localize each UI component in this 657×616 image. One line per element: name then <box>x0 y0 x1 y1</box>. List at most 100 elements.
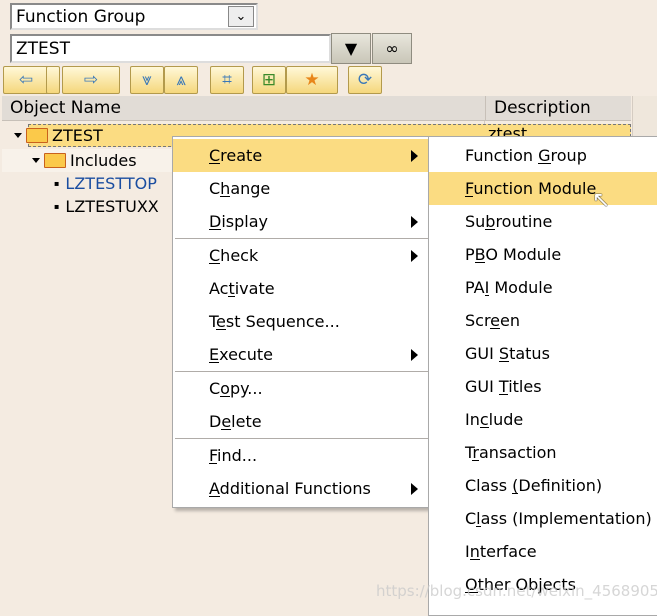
submenu-arrow-icon <box>411 483 418 495</box>
menu-item-label: Delete <box>209 412 262 431</box>
tree-node[interactable]: ▪ LZTESTUXX <box>50 197 159 219</box>
menu-item[interactable]: Screen <box>429 304 657 337</box>
expand-button[interactable]: ⩔ <box>130 66 164 94</box>
menu-item-label: Find... <box>209 446 258 465</box>
submenu-arrow-icon <box>411 150 418 162</box>
mnemonic-underline <box>469 559 480 560</box>
tree-node[interactable]: ▪ LZTESTTOP <box>50 174 157 196</box>
find-button[interactable]: ⌗ <box>210 66 244 94</box>
menu-item-label: Copy... <box>209 379 263 398</box>
mnemonic-underline <box>216 329 226 330</box>
object-name-input[interactable]: ZTEST <box>10 34 331 63</box>
menu-item-label: Function Module <box>465 179 597 198</box>
star-icon: ★ <box>304 70 320 90</box>
menu-item[interactable]: Change <box>173 172 428 205</box>
menu-item[interactable]: Test Sequence... <box>173 305 428 338</box>
menu-item-label: GUI Titles <box>465 377 542 396</box>
triangle-down-icon: ▼ <box>344 39 358 58</box>
mnemonic-underline <box>498 394 509 395</box>
expand-icon: ⩔ <box>142 70 152 90</box>
mnemonic-underline <box>490 328 501 329</box>
hierarchy-button[interactable]: ⊞ <box>252 66 286 94</box>
menu-item-label: Class (Definition) <box>465 476 603 495</box>
tree-node-label: LZTESTTOP <box>65 174 157 193</box>
tree-node[interactable]: ZTEST <box>14 126 103 148</box>
menu-item[interactable]: Execute <box>173 338 428 371</box>
menu-item[interactable]: Function Group <box>429 139 657 172</box>
menu-item-label: Function Group <box>465 146 587 165</box>
menu-item-label: Class (Implementation) <box>465 509 652 528</box>
display-button[interactable]: ∞ <box>372 33 412 64</box>
create-submenu: Function Group Function Module Subroutine P… <box>428 136 657 616</box>
menu-item-label: GUI Status <box>465 344 550 363</box>
mnemonic-underline <box>465 196 474 197</box>
tree-node-label: LZTESTUXX <box>65 197 159 216</box>
menu-item[interactable]: Function Module <box>429 172 657 205</box>
menu-item-label: Interface <box>465 542 537 561</box>
expand-triangle-icon[interactable] <box>32 158 40 163</box>
submenu-arrow-icon <box>411 250 418 262</box>
mnemonic-underline <box>479 427 489 428</box>
menu-item[interactable]: PBO Module <box>429 238 657 271</box>
menu-item[interactable]: Delete <box>173 405 428 438</box>
mnemonic-underline <box>209 263 221 264</box>
folder-icon <box>44 153 66 168</box>
favorites-button[interactable]: ★ <box>286 66 338 94</box>
mnemonic-underline <box>485 229 496 230</box>
menu-item[interactable]: Class (Implementation) <box>429 502 657 535</box>
menu-item[interactable]: Include <box>429 403 657 436</box>
menu-item[interactable]: Transaction <box>429 436 657 469</box>
menu-item-label: Screen <box>465 311 521 330</box>
menu-item[interactable]: Create <box>173 139 428 172</box>
menu-item[interactable]: Activate <box>173 272 428 305</box>
menu-item-label: Activate <box>209 279 275 298</box>
menu-item[interactable]: GUI Titles <box>429 370 657 403</box>
menu-item[interactable]: Interface <box>429 535 657 568</box>
mnemonic-underline <box>538 163 551 164</box>
refresh-button[interactable]: ⟳ <box>348 66 382 94</box>
mnemonic-underline <box>472 460 479 461</box>
tree-node[interactable]: Includes <box>32 151 137 173</box>
submenu-arrow-icon <box>411 349 418 361</box>
forward-button[interactable]: ⇨ <box>62 66 120 94</box>
mnemonic-underline <box>220 196 231 197</box>
folder-icon <box>26 128 48 143</box>
menu-item-label: Test Sequence... <box>209 312 340 331</box>
tree-node-label: Includes <box>70 151 137 170</box>
menu-item[interactable]: Display <box>173 205 428 238</box>
menu-item[interactable]: Copy... <box>173 372 428 405</box>
menu-item[interactable]: PAI Module <box>429 271 657 304</box>
menu-item-label: Additional Functions <box>209 479 371 498</box>
column-header-object-name[interactable]: Object Name <box>2 96 485 121</box>
menu-item[interactable]: Class (Definition) <box>429 469 657 502</box>
back-button[interactable]: ⇦ <box>3 66 49 94</box>
mnemonic-underline <box>209 163 221 164</box>
collapse-button[interactable]: ⩓ <box>164 66 198 94</box>
mnemonic-underline <box>512 493 519 494</box>
menu-item-label: Transaction <box>465 443 557 462</box>
bullet-icon: ▪ <box>54 202 60 211</box>
mnemonic-underline <box>476 526 481 527</box>
mnemonic-underline <box>220 396 230 397</box>
expand-triangle-icon[interactable] <box>14 133 22 138</box>
bullet-icon: ▪ <box>54 179 60 188</box>
chevron-down-icon[interactable]: ⌄ <box>228 6 254 27</box>
menu-item-label: PAI Module <box>465 278 553 297</box>
arrow-left-icon: ⇦ <box>18 70 34 90</box>
mnemonic-underline <box>221 429 232 430</box>
menu-item[interactable]: GUI Status <box>429 337 657 370</box>
column-header-description[interactable]: Description <box>485 96 631 121</box>
menu-item[interactable]: Additional Functions <box>173 472 428 505</box>
menu-item[interactable]: Subroutine <box>429 205 657 238</box>
object-type-select[interactable]: Function Group ⌄ <box>10 3 258 30</box>
dropdown-button[interactable]: ▼ <box>331 33 371 64</box>
menu-item[interactable]: Find... <box>173 439 428 472</box>
back-menu-button[interactable] <box>46 66 60 94</box>
binoculars-icon: ⌗ <box>222 70 232 90</box>
menu-item-label: Check <box>209 246 259 265</box>
mnemonic-underline <box>474 262 486 263</box>
menu-item-label: Display <box>209 212 268 231</box>
menu-item-label: Create <box>209 146 263 165</box>
menu-item[interactable]: Check <box>173 239 428 272</box>
tree-node-label: ZTEST <box>52 126 103 145</box>
